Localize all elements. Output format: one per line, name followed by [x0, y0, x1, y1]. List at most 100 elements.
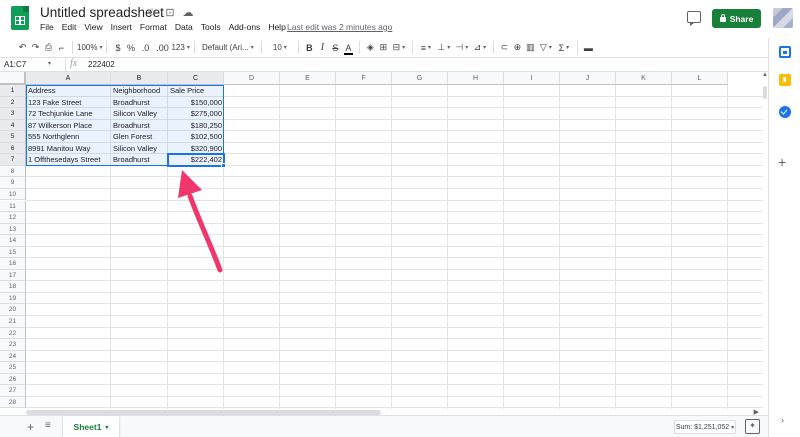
- menu-format[interactable]: Format: [140, 22, 167, 32]
- decrease-decimal-button[interactable]: .0: [137, 40, 153, 56]
- menu-data[interactable]: Data: [175, 22, 193, 32]
- column-header-b[interactable]: B: [111, 72, 168, 85]
- cloud-saved-icon[interactable]: ☁: [182, 6, 194, 19]
- row-header-7[interactable]: 7: [0, 154, 26, 166]
- table-cell[interactable]: $102,500: [168, 131, 224, 143]
- menu-file[interactable]: File: [40, 22, 54, 32]
- row-header-6[interactable]: 6: [0, 142, 26, 155]
- text-rotation-icon[interactable]: ⊿: [471, 40, 489, 56]
- input-tools-icon[interactable]: ▬: [582, 40, 595, 56]
- calendar-icon[interactable]: [779, 46, 791, 58]
- paint-format-icon[interactable]: ⌐: [55, 40, 68, 56]
- row-header-17[interactable]: 17: [0, 269, 26, 282]
- avatar[interactable]: [773, 8, 793, 28]
- filter-icon[interactable]: ▽: [537, 40, 555, 56]
- row-header-20[interactable]: 20: [0, 304, 26, 316]
- vertical-scroll-thumb[interactable]: [763, 86, 767, 99]
- row-header-16[interactable]: 16: [0, 258, 26, 270]
- table-cell[interactable]: Broadhurst: [111, 120, 168, 132]
- keep-icon[interactable]: [779, 74, 791, 86]
- column-header-i[interactable]: I: [504, 72, 560, 85]
- row-header-26[interactable]: 26: [0, 373, 26, 386]
- column-header-d[interactable]: D: [224, 72, 280, 85]
- column-header-j[interactable]: J: [560, 72, 616, 85]
- row-header-24[interactable]: 24: [0, 350, 26, 363]
- print-icon[interactable]: ⎙: [42, 40, 55, 56]
- row-header-8[interactable]: 8: [0, 165, 26, 178]
- row-header-27[interactable]: 27: [0, 385, 26, 397]
- name-box[interactable]: A1:C7: [4, 60, 54, 69]
- row-header-21[interactable]: 21: [0, 316, 26, 328]
- menu-tools[interactable]: Tools: [201, 22, 221, 32]
- formula-input[interactable]: 222402: [88, 60, 115, 69]
- add-sheet-icon[interactable]: +: [27, 420, 34, 434]
- header-cell[interactable]: Address: [26, 85, 111, 97]
- fill-color-icon[interactable]: ◈: [364, 40, 377, 56]
- column-header-c[interactable]: C: [168, 72, 224, 85]
- column-header-h[interactable]: H: [448, 72, 504, 85]
- insert-comment-icon[interactable]: ⊕: [511, 40, 524, 56]
- folder-move-icon[interactable]: ⊡: [164, 6, 176, 19]
- row-header-11[interactable]: 11: [0, 200, 26, 213]
- explore-icon[interactable]: ✦: [745, 419, 760, 434]
- row-header-25[interactable]: 25: [0, 362, 26, 374]
- get-addons-icon[interactable]: +: [778, 154, 786, 170]
- row-header-19[interactable]: 19: [0, 292, 26, 305]
- bold-button[interactable]: B: [303, 40, 316, 56]
- table-cell[interactable]: 87 Wilkerson Place: [26, 120, 111, 132]
- table-cell[interactable]: $150,000: [168, 97, 224, 109]
- menu-view[interactable]: View: [84, 22, 102, 32]
- column-header-a[interactable]: A: [26, 72, 111, 85]
- insert-chart-icon[interactable]: ▥: [524, 40, 537, 56]
- row-header-18[interactable]: 18: [0, 281, 26, 293]
- header-cell[interactable]: Neighborhood: [111, 85, 168, 97]
- share-button[interactable]: Share: [712, 9, 761, 28]
- horizontal-align-icon[interactable]: ≡: [417, 40, 435, 56]
- table-cell[interactable]: 1 Offthesedays Street: [26, 154, 111, 166]
- column-header-l[interactable]: L: [672, 72, 728, 85]
- row-header-4[interactable]: 4: [0, 119, 26, 132]
- table-cell[interactable]: Broadhurst: [111, 97, 168, 109]
- merge-cells-icon[interactable]: ⊟: [390, 40, 408, 56]
- tasks-icon[interactable]: [779, 106, 791, 118]
- column-header-f[interactable]: F: [336, 72, 392, 85]
- row-header-1[interactable]: 1: [0, 85, 26, 97]
- redo-icon[interactable]: ↷: [29, 40, 42, 56]
- tab-sheet1[interactable]: Sheet1 ▾: [63, 416, 119, 437]
- cells-area[interactable]: Address Neighborhood Sale Price 123 Fake St…: [26, 85, 763, 409]
- row-header-14[interactable]: 14: [0, 235, 26, 247]
- table-cell[interactable]: Silicon Valley: [111, 108, 168, 120]
- table-cell[interactable]: 72 Techjunkie Lane: [26, 108, 111, 120]
- column-header-g[interactable]: G: [392, 72, 448, 85]
- comment-icon[interactable]: [687, 11, 701, 26]
- strikethrough-button[interactable]: S: [329, 40, 342, 56]
- table-cell[interactable]: Glen Forest: [111, 131, 168, 143]
- last-edit-link[interactable]: Last edit was 2 minutes ago: [287, 22, 392, 32]
- row-header-2[interactable]: 2: [0, 96, 26, 109]
- vertical-align-icon[interactable]: ⊥: [435, 40, 453, 56]
- menu-edit[interactable]: Edit: [62, 22, 77, 32]
- row-header-23[interactable]: 23: [0, 339, 26, 351]
- row-header-9[interactable]: 9: [0, 177, 26, 189]
- font-select[interactable]: Default (Ari...: [199, 40, 257, 56]
- sum-summary-select[interactable]: Sum: $1,251,052 ▾: [674, 420, 736, 434]
- row-header-12[interactable]: 12: [0, 212, 26, 224]
- table-cell[interactable]: $320,900: [168, 143, 224, 155]
- select-all-corner[interactable]: [0, 72, 26, 85]
- table-cell[interactable]: Broadhurst: [111, 154, 168, 166]
- table-cell[interactable]: $222,402: [168, 154, 224, 166]
- chevron-down-icon[interactable]: ▾: [48, 60, 51, 67]
- zoom-select[interactable]: 100%: [77, 40, 102, 56]
- table-cell[interactable]: $275,000: [168, 108, 224, 120]
- row-header-28[interactable]: 28: [0, 396, 26, 409]
- collapse-panel-icon[interactable]: ›: [781, 415, 784, 425]
- font-size-select[interactable]: 10: [266, 40, 294, 56]
- borders-icon[interactable]: ⊞: [377, 40, 390, 56]
- table-cell[interactable]: Silicon Valley: [111, 143, 168, 155]
- functions-icon[interactable]: Σ: [555, 40, 573, 56]
- spreadsheet-grid[interactable]: ABCDEFGHIJKL 1 2 3 4 5 6 7 8 9 10 11 12 13 14 15 16 17 18…: [0, 72, 763, 409]
- undo-icon[interactable]: ↶: [16, 40, 29, 56]
- row-header-22[interactable]: 22: [0, 327, 26, 340]
- table-cell[interactable]: 555 Northglenn: [26, 131, 111, 143]
- menu-insert[interactable]: Insert: [111, 22, 132, 32]
